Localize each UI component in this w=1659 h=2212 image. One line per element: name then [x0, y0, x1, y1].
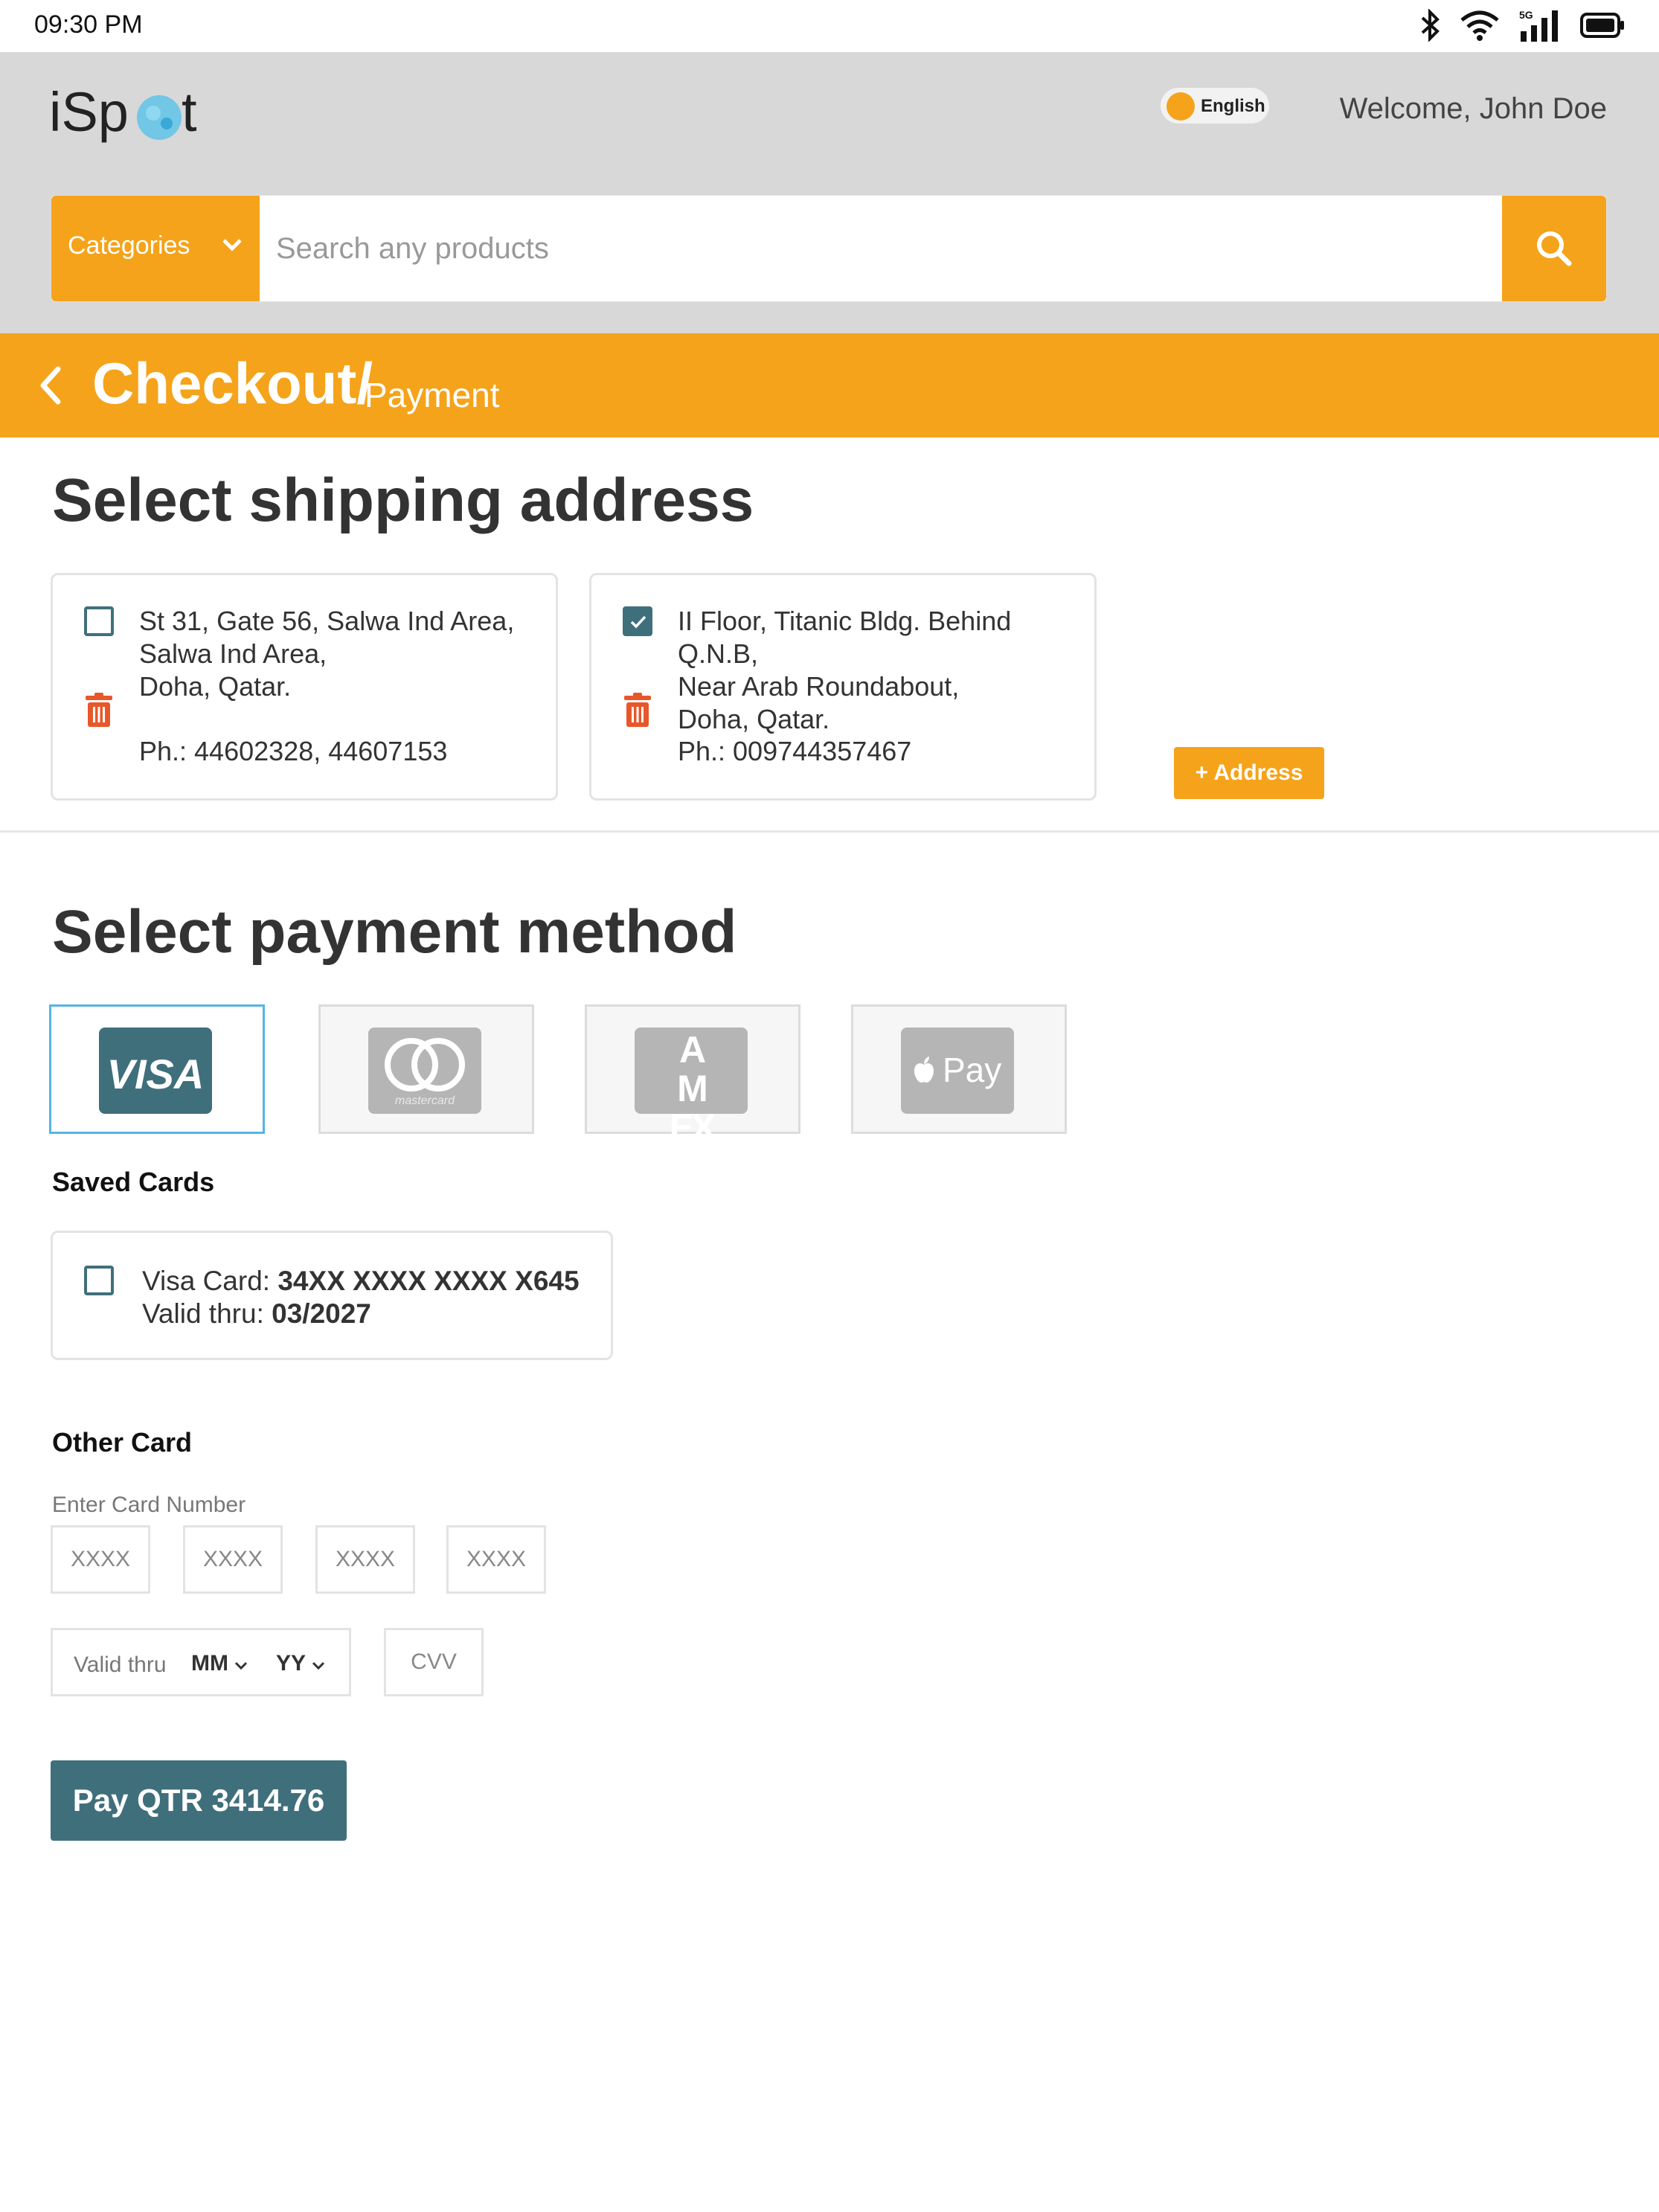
apple-icon: [914, 1057, 934, 1083]
card-number-field-2[interactable]: [183, 1525, 283, 1594]
enter-card-number-label: Enter Card Number: [52, 1493, 246, 1517]
section-divider: [0, 830, 1659, 833]
checkout-header: Checkout/ Payment: [0, 333, 1659, 437]
wifi-icon: [1460, 10, 1499, 41]
address-line: II Floor, Titanic Bldg. Behind Q.N.B,: [678, 606, 1012, 669]
add-address-button[interactable]: + Address: [1174, 747, 1324, 799]
trash-icon[interactable]: [84, 693, 114, 728]
saved-card-number: 34XX XXXX XXXX X645: [277, 1266, 580, 1296]
address-checkbox-checked[interactable]: [623, 606, 652, 636]
categories-dropdown[interactable]: Categories: [51, 196, 260, 301]
year-value: YY: [276, 1651, 306, 1676]
status-time: 09:30 PM: [34, 10, 143, 39]
cellular-signal-icon: 5G: [1519, 9, 1561, 42]
categories-label: Categories: [68, 231, 190, 260]
saved-card-number-line: Visa Card: 34XX XXXX XXXX X645: [142, 1266, 580, 1297]
address-line: Doha, Qatar.: [139, 671, 292, 702]
valid-thru-label: Valid thru: [74, 1652, 167, 1677]
shipping-section-title: Select shipping address: [52, 467, 754, 534]
checkout-subtitle: Payment: [365, 376, 500, 414]
saved-card[interactable]: Visa Card: 34XX XXXX XXXX X645 Valid thr…: [51, 1231, 613, 1360]
app-header: iSp t English Welcome, John Doe Categori…: [0, 52, 1659, 333]
address-card[interactable]: St 31, Gate 56, Salwa Ind Area, Salwa In…: [51, 573, 558, 801]
address-text: II Floor, Titanic Bldg. Behind Q.N.B, Ne…: [678, 605, 1094, 736]
card-number-field-4[interactable]: [446, 1525, 546, 1594]
address-phone: Ph.: 009744357467: [678, 736, 912, 766]
bluetooth-icon: [1421, 9, 1440, 42]
chevron-down-icon: [235, 1661, 248, 1670]
apple-pay-logo: Pay: [901, 1028, 1014, 1114]
chevron-down-icon: [312, 1661, 324, 1670]
search-icon: [1537, 231, 1572, 266]
other-card-title: Other Card: [52, 1427, 193, 1458]
address-line: St 31, Gate 56, Salwa Ind Area,: [139, 606, 515, 636]
cvv-field[interactable]: [384, 1628, 484, 1696]
address-line: Salwa Ind Area,: [139, 638, 327, 669]
year-select[interactable]: YY: [276, 1651, 325, 1676]
pay-button[interactable]: Pay QTR 3414.76: [51, 1760, 347, 1841]
saved-cards-title: Saved Cards: [52, 1167, 215, 1197]
battery-icon: [1580, 13, 1624, 38]
mastercard-logo: mastercard: [368, 1028, 481, 1114]
saved-card-checkbox[interactable]: [84, 1266, 114, 1295]
address-card[interactable]: II Floor, Titanic Bldg. Behind Q.N.B, Ne…: [589, 573, 1097, 801]
amex-payment-option[interactable]: AM EX: [585, 1004, 800, 1147]
address-phone: Ph.: 44602328, 44607153: [139, 736, 448, 766]
search-input[interactable]: [275, 218, 1527, 279]
address-line: Doha, Qatar.: [678, 704, 830, 734]
month-select[interactable]: MM: [191, 1651, 248, 1676]
card-number-field-3[interactable]: [315, 1525, 415, 1594]
back-arrow-icon[interactable]: [36, 363, 65, 408]
saved-card-valid: 03/2027: [272, 1298, 371, 1329]
month-value: MM: [191, 1651, 228, 1676]
address-line: Near Arab Roundabout,: [678, 671, 960, 702]
welcome-message: Welcome, John Doe: [1339, 92, 1607, 125]
payment-section-title: Select payment method: [52, 898, 737, 966]
language-toggle[interactable]: English: [1161, 88, 1269, 124]
apple-pay-payment-option[interactable]: Pay: [851, 1004, 1067, 1134]
visa-logo-text: VISA: [106, 1051, 205, 1097]
status-icons: 5G: [1421, 9, 1625, 42]
address-text: St 31, Gate 56, Salwa Ind Area, Salwa In…: [139, 605, 514, 703]
trash-icon[interactable]: [623, 693, 652, 728]
address-checkbox[interactable]: [84, 606, 114, 636]
saved-card-valid-label: Valid thru:: [142, 1298, 264, 1329]
visa-payment-option[interactable]: VISA: [49, 1004, 265, 1134]
valid-thru-field: Valid thru MM YY: [51, 1628, 351, 1696]
amex-logo: AM EX: [635, 1028, 748, 1147]
amex-logo-text: AM EX: [669, 1029, 716, 1148]
svg-text:t: t: [182, 81, 197, 143]
toggle-knob: [1167, 92, 1195, 121]
visa-logo: VISA: [99, 1028, 212, 1114]
saved-card-validity-line: Valid thru: 03/2027: [142, 1298, 371, 1330]
network-label: 5G: [1519, 9, 1533, 21]
search-bar: Categories: [51, 195, 1607, 302]
mastercard-payment-option[interactable]: mastercard: [318, 1004, 534, 1134]
language-label: English: [1201, 96, 1265, 116]
checkmark-icon: [630, 615, 646, 629]
checkout-title: Checkout/: [92, 350, 373, 416]
svg-text:iSp: iSp: [49, 81, 129, 143]
chevron-down-icon: [222, 239, 242, 251]
saved-card-type: Visa Card:: [142, 1266, 271, 1296]
ispot-logo[interactable]: iSp t: [49, 79, 228, 146]
card-number-field-1[interactable]: [51, 1525, 150, 1594]
search-button[interactable]: [1502, 196, 1606, 301]
apple-pay-label: Pay: [943, 1051, 1002, 1089]
mastercard-logo-text: mastercard: [394, 1094, 455, 1107]
status-bar: 09:30 PM 5G: [0, 0, 1659, 52]
